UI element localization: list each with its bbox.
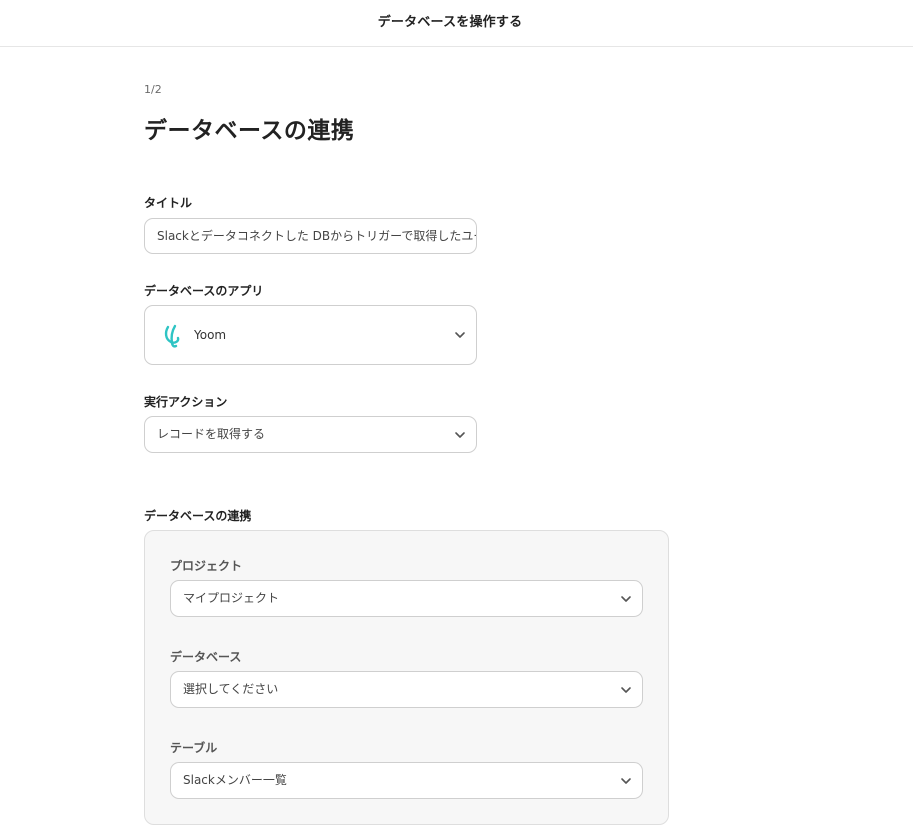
chevron-down-icon xyxy=(621,595,631,602)
project-field-label: プロジェクト xyxy=(170,559,243,573)
app-field-label: データベースのアプリ xyxy=(144,284,264,298)
action-field-label: 実行アクション xyxy=(144,395,228,409)
header-title: データベースを操作する xyxy=(377,15,523,30)
project-select[interactable]: マイプロジェクト xyxy=(170,580,643,617)
app-select[interactable]: Yoom xyxy=(144,305,477,365)
database-select-value: 選択してください xyxy=(183,682,279,696)
chevron-down-icon xyxy=(621,777,631,784)
yoom-logo-icon xyxy=(164,324,180,348)
table-select[interactable]: Slackメンバー一覧 xyxy=(170,762,643,799)
top-bar: データベースを操作する xyxy=(0,0,913,47)
chevron-down-icon xyxy=(621,686,631,693)
database-select[interactable]: 選択してください xyxy=(170,671,643,708)
action-select-value: レコードを取得する xyxy=(157,427,266,441)
db-link-panel: プロジェクト マイプロジェクト データベース 選択してください テーブル Sla… xyxy=(144,530,669,825)
chevron-down-icon xyxy=(455,332,465,338)
db-link-section-label: データベースの連携 xyxy=(144,509,252,523)
page-title: データベースの連携 xyxy=(144,118,355,144)
title-field-label: タイトル xyxy=(144,196,193,210)
step-indicator: 1/2 xyxy=(144,83,162,96)
app-select-value: Yoom xyxy=(194,328,227,342)
table-field-label: テーブル xyxy=(170,741,218,755)
action-select[interactable]: レコードを取得する xyxy=(144,416,477,453)
title-input[interactable]: Slackとデータコネクトした DBからトリガーで取得したユーザー xyxy=(144,218,477,254)
table-select-value: Slackメンバー一覧 xyxy=(183,773,287,787)
project-select-value: マイプロジェクト xyxy=(183,591,280,605)
database-field-label: データベース xyxy=(170,650,242,664)
chevron-down-icon xyxy=(455,431,465,438)
